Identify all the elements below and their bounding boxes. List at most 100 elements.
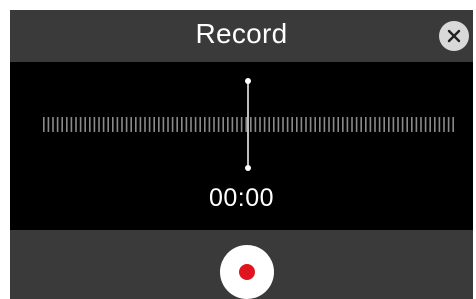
waveform-tick: [47, 117, 50, 132]
waveform-tick: [125, 117, 128, 132]
waveform-tick: [222, 117, 224, 132]
waveform-tick: [107, 117, 109, 132]
waveform-tick: [98, 117, 100, 132]
waveform-tick: [259, 117, 261, 132]
waveform-tick: [415, 117, 418, 132]
waveform-tick: [282, 117, 284, 132]
waveform-tick: [190, 117, 192, 132]
waveform-tick: [406, 117, 408, 132]
waveform-tick: [112, 117, 114, 132]
dialog-footer: [10, 230, 473, 299]
waveform-tick: [130, 117, 132, 132]
waveform-tick: [309, 117, 312, 132]
waveform-tick: [89, 117, 91, 132]
waveform-tick: [360, 117, 362, 132]
waveform-tick: [213, 117, 215, 132]
dialog-header: Record: [10, 10, 473, 62]
waveform: [43, 78, 454, 171]
waveform-tick: [158, 117, 160, 132]
waveform-tick: [351, 117, 353, 132]
waveform-tick: [254, 117, 257, 132]
record-dot-icon: [239, 264, 255, 280]
waveform-tick: [429, 117, 431, 132]
waveform-tick: [75, 117, 77, 132]
waveform-tick: [227, 117, 229, 132]
waveform-tick: [346, 117, 349, 132]
waveform-tick: [93, 117, 96, 132]
waveform-tick: [401, 117, 404, 132]
playhead-top-handle: [245, 78, 251, 84]
waveform-tick: [273, 117, 275, 132]
waveform-tick: [434, 117, 436, 132]
waveform-tick: [443, 117, 445, 132]
waveform-tick: [194, 117, 197, 132]
waveform-tick: [383, 117, 385, 132]
waveform-tick: [296, 117, 298, 132]
waveform-tick: [424, 117, 427, 132]
waveform-tick: [199, 117, 201, 132]
waveform-tick: [171, 117, 174, 132]
waveform-tick: [411, 117, 413, 132]
waveform-tick: [337, 117, 339, 132]
record-button[interactable]: [220, 245, 274, 299]
waveform-tick: [144, 117, 146, 132]
waveform-tick: [291, 117, 293, 132]
waveform-tick: [70, 117, 73, 132]
close-icon: [447, 29, 461, 43]
waveform-tick: [277, 117, 280, 132]
waveform-tick: [286, 117, 289, 132]
waveform-tick: [185, 117, 188, 132]
waveform-tick: [231, 117, 234, 132]
waveform-tick: [323, 117, 326, 132]
waveform-tick: [181, 117, 183, 132]
waveform-tick: [268, 117, 270, 132]
waveform-tick: [148, 117, 151, 132]
waveform-tick: [52, 117, 54, 132]
waveform-tick: [447, 117, 450, 132]
waveform-tick: [250, 117, 252, 132]
waveform-tick: [102, 117, 105, 132]
waveform-tick: [342, 117, 344, 132]
waveform-tick: [355, 117, 358, 132]
waveform-tick: [204, 117, 206, 132]
waveform-tick: [56, 117, 59, 132]
close-button[interactable]: [439, 21, 469, 51]
waveform-tick: [263, 117, 266, 132]
playhead-bottom-handle: [245, 165, 251, 171]
waveform-tick: [314, 117, 316, 132]
waveform-tick: [217, 117, 220, 132]
record-dialog: Record 00:00: [10, 10, 473, 299]
waveform-tick: [397, 117, 399, 132]
waveform-tick: [162, 117, 165, 132]
waveform-tick: [305, 117, 307, 132]
waveform-tick: [438, 117, 441, 132]
waveform-tick: [176, 117, 178, 132]
waveform-tick: [328, 117, 330, 132]
waveform-tick: [167, 117, 169, 132]
waveform-tick: [392, 117, 395, 132]
elapsed-time: 00:00: [208, 184, 275, 212]
waveform-tick: [332, 117, 335, 132]
waveform-tick: [452, 117, 454, 132]
waveform-tick: [374, 117, 376, 132]
waveform-tick: [43, 117, 45, 132]
waveform-tick: [153, 117, 155, 132]
waveform-area: 00:00: [10, 62, 473, 230]
waveform-tick: [84, 117, 86, 132]
waveform-tick: [135, 117, 137, 132]
waveform-tick: [245, 117, 247, 132]
waveform-tick: [378, 117, 381, 132]
waveform-tick: [61, 117, 63, 132]
waveform-tick: [116, 117, 119, 132]
waveform-tick: [300, 117, 303, 132]
waveform-tick: [369, 117, 372, 132]
waveform-tick: [236, 117, 238, 132]
waveform-tick: [121, 117, 123, 132]
waveform-tick: [66, 117, 68, 132]
waveform-tick: [208, 117, 211, 132]
waveform-tick: [365, 117, 367, 132]
waveform-tick: [79, 117, 82, 132]
waveform-tick: [319, 117, 321, 132]
waveform-tick: [420, 117, 422, 132]
waveform-tick: [388, 117, 390, 132]
